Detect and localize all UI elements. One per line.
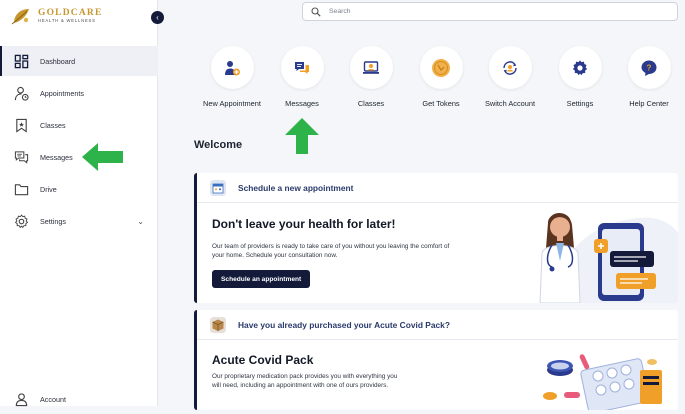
collapse-sidebar-button[interactable]: ‹: [151, 11, 164, 24]
sidebar-item-drive[interactable]: Drive: [0, 174, 158, 204]
card-header[interactable]: Have you already purchased your Acute Co…: [197, 310, 678, 340]
sidebar-item-label: Account: [40, 394, 66, 404]
card-body: Our proprietary medication pack provides…: [212, 373, 398, 390]
goldcare-logo[interactable]: GOLDCARE HEALTH & WELLNESS: [11, 6, 103, 26]
shortcut-messages[interactable]: Messages: [267, 46, 337, 108]
sidebar-item-label: Dashboard: [40, 56, 76, 66]
shortcut-label: Messages: [285, 99, 319, 108]
account-icon: [15, 392, 28, 406]
shortcut-help-center[interactable]: ? Help Center: [614, 46, 684, 108]
chevron-left-icon: ‹: [156, 13, 159, 22]
card-header-title: Schedule a new appointment: [238, 182, 354, 193]
folder-icon: [14, 183, 29, 195]
shortcut-new-appointment[interactable]: New Appointment: [197, 46, 267, 108]
tokens-icon: [432, 58, 450, 77]
sidebar-item-label: Messages: [40, 152, 73, 162]
card-title: Acute Covid Pack: [212, 353, 314, 367]
search-input[interactable]: [327, 5, 667, 18]
medication-pack-illustration: [543, 354, 662, 410]
shortcut-label: Help Center: [629, 99, 669, 108]
chevron-down-icon[interactable]: ⌄: [137, 217, 144, 226]
classes-icon: [363, 60, 379, 74]
covid-pack-card: Have you already purchased your Acute Co…: [194, 310, 678, 410]
gear-icon: [14, 213, 29, 228]
sidebar-item-appointments[interactable]: Appointments: [0, 78, 158, 108]
sidebar-item-dashboard[interactable]: Dashboard: [0, 46, 158, 76]
package-icon: [210, 316, 226, 333]
card-body: Our team of providers is ready to take c…: [212, 243, 450, 260]
shortcut-settings[interactable]: Settings: [545, 46, 615, 108]
sidebar-item-account[interactable]: Account: [0, 384, 158, 414]
help-icon: ?: [641, 60, 657, 76]
shortcut-label: Switch Account: [484, 99, 536, 108]
sidebar-item-label: Classes: [40, 120, 66, 130]
bookmark-icon: [16, 118, 27, 133]
shortcut-get-tokens[interactable]: Get Tokens: [406, 46, 476, 108]
sidebar-item-label: Settings: [40, 216, 66, 226]
sidebar: GOLDCARE HEALTH & WELLNESS Dashboard App…: [0, 0, 158, 406]
brand-name: GOLDCARE: [38, 7, 103, 18]
shortcut-switch-account[interactable]: Switch Account: [475, 46, 545, 108]
new-appointment-icon: [225, 60, 240, 75]
schedule-appointment-card: Schedule a new appointment Don't leave y…: [194, 173, 678, 303]
messages-icon: [295, 61, 309, 74]
search-icon: [311, 7, 321, 17]
dashboard-icon: [14, 54, 29, 68]
calendar-icon: [210, 179, 226, 196]
card-header[interactable]: Schedule a new appointment: [197, 173, 678, 203]
appointments-icon: [14, 86, 29, 101]
annotation-arrow-left-icon: [82, 143, 123, 171]
shortcut-label: New Appointment: [203, 99, 261, 108]
sidebar-item-label: Drive: [40, 184, 57, 194]
shortcut-label: Classes: [357, 99, 385, 108]
sidebar-item-classes[interactable]: Classes: [0, 110, 158, 140]
sidebar-item-settings[interactable]: Settings ⌄: [0, 206, 158, 236]
sidebar-item-messages[interactable]: Messages: [0, 142, 158, 172]
switch-account-icon: [503, 60, 517, 75]
welcome-heading: Welcome: [194, 139, 243, 151]
svg-text:?: ?: [647, 63, 652, 72]
brand-tagline: HEALTH & WELLNESS: [38, 18, 96, 24]
messages-icon: [14, 150, 29, 164]
search-bar[interactable]: [302, 2, 678, 21]
shortcut-classes[interactable]: Classes: [336, 46, 406, 108]
card-title: Don't leave your health for later!: [212, 217, 396, 231]
shortcut-label: Get Tokens: [422, 99, 460, 108]
schedule-appointment-button[interactable]: Schedule an appointment: [212, 270, 311, 288]
sidebar-item-label: Appointments: [40, 88, 84, 98]
annotation-arrow-up-icon: [285, 118, 319, 154]
gear-icon: [572, 59, 588, 75]
logo-leaf-icon: [11, 9, 29, 25]
doctor-illustration: [539, 213, 678, 303]
card-header-title: Have you already purchased your Acute Co…: [238, 319, 450, 330]
shortcut-label: Settings: [566, 99, 594, 108]
